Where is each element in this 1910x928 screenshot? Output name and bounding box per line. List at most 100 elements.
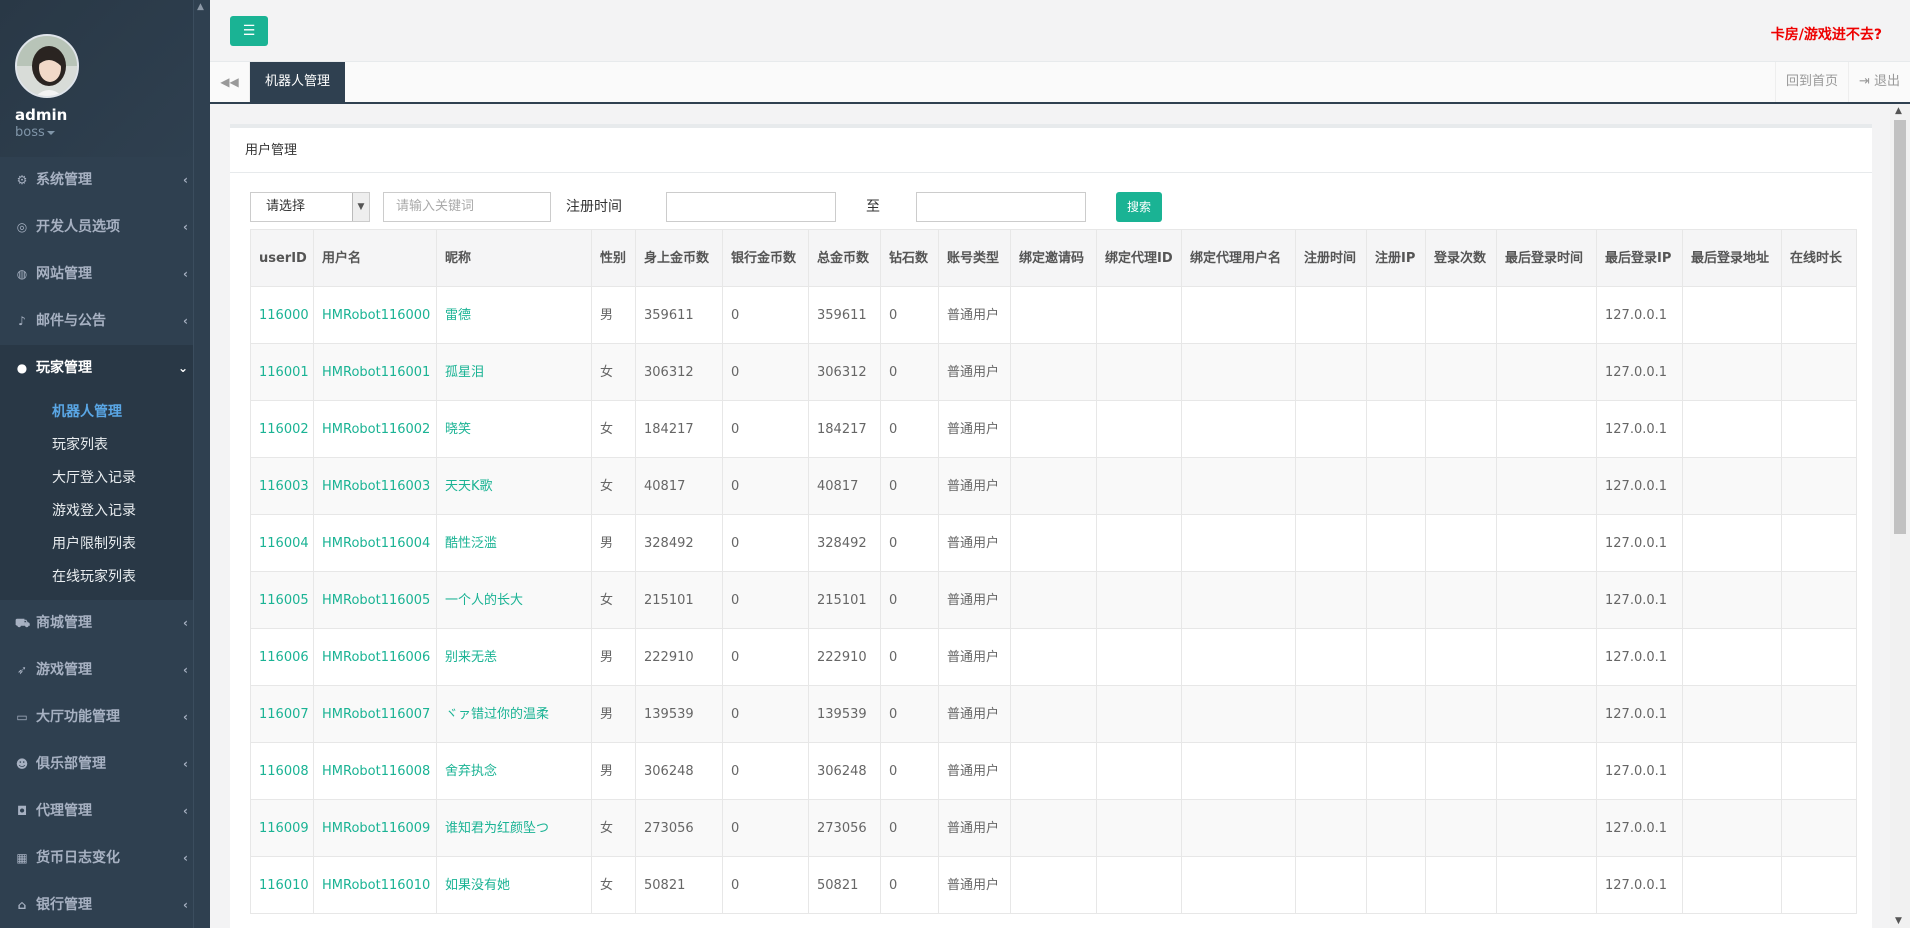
table-cell-link[interactable]: HMRobot116008 bbox=[313, 742, 437, 800]
table-cell-link[interactable]: 116005 bbox=[250, 571, 314, 629]
table-cell-link[interactable]: HMRobot116006 bbox=[313, 628, 437, 686]
sidebar-item-shop[interactable]: ⛟ 商城管理 ‹ bbox=[0, 600, 210, 647]
sidebar-item-players[interactable]: ● 玩家管理 ⌄ bbox=[0, 345, 210, 392]
sidebar-item-developer[interactable]: ◎ 开发人员选项 ‹ bbox=[0, 204, 210, 251]
table-cell-link[interactable]: HMRobot116009 bbox=[313, 799, 437, 857]
table-row[interactable]: 116002 HMRobot116002 晓笑女 184217 0 184217 0 普通用户… bbox=[250, 400, 1857, 458]
scroll-up-icon[interactable]: ▲ bbox=[197, 2, 204, 12]
table-cell-link[interactable]: HMRobot116010 bbox=[313, 856, 437, 914]
table-cell-link[interactable]: 天天K歌 bbox=[436, 457, 592, 515]
sidebar-item-website[interactable]: ◍ 网站管理 ‹ bbox=[0, 251, 210, 298]
table-row[interactable]: 116009 HMRobot116009 谁知君为红颜坠つ女 273056 0 27305… bbox=[250, 799, 1857, 857]
sidebar-item-currency-log[interactable]: ▦ 货币日志变化 ‹ bbox=[0, 835, 210, 882]
sidebar-subitem-player-list[interactable]: 玩家列表 bbox=[0, 429, 210, 462]
table-cell-link[interactable]: 116001 bbox=[250, 343, 314, 401]
table-cell-link[interactable]: HMRobot116005 bbox=[313, 571, 437, 629]
table-cell: 0 bbox=[722, 628, 809, 686]
table-cell: 男 bbox=[591, 286, 636, 344]
avatar[interactable] bbox=[15, 34, 79, 98]
table-row[interactable]: 116010 HMRobot116010 如果没有她女 50821 0 50821 0 普通用… bbox=[250, 856, 1857, 914]
column-header: 绑定代理ID bbox=[1096, 229, 1182, 287]
table-cell: 222910 bbox=[808, 628, 881, 686]
sidebar-subitem-game-login[interactable]: 游戏登入记录 bbox=[0, 495, 210, 528]
table-cell: 359611 bbox=[635, 286, 723, 344]
table-cell bbox=[1682, 400, 1782, 458]
table-cell-link[interactable]: 116010 bbox=[250, 856, 314, 914]
table-cell-link[interactable]: 一个人的长大 bbox=[436, 571, 592, 629]
table-row[interactable]: 116005 HMRobot116005 一个人的长大女 215101 0 215101 0… bbox=[250, 571, 1857, 629]
table-cell-link[interactable]: 116002 bbox=[250, 400, 314, 458]
bank-icon: ⌂ bbox=[17, 898, 27, 912]
table-cell: 0 bbox=[722, 571, 809, 629]
table-cell-link[interactable]: HMRobot116003 bbox=[313, 457, 437, 515]
sidebar-scrollbar[interactable]: ▲ bbox=[193, 0, 210, 928]
table-cell-link[interactable]: 116000 bbox=[250, 286, 314, 344]
table-cell-link[interactable]: 116003 bbox=[250, 457, 314, 515]
table-cell-link[interactable]: 116004 bbox=[250, 514, 314, 572]
table-cell bbox=[1496, 457, 1597, 515]
table-cell-link[interactable]: HMRobot116004 bbox=[313, 514, 437, 572]
table-cell-link[interactable]: 116009 bbox=[250, 799, 314, 857]
table-cell-link[interactable]: 116006 bbox=[250, 628, 314, 686]
table-cell bbox=[1010, 685, 1097, 743]
table-cell-link[interactable]: 谁知君为红颜坠つ bbox=[436, 799, 592, 857]
tab-scroll-left-button[interactable]: ◀◀ bbox=[210, 62, 250, 102]
table-cell: 女 bbox=[591, 856, 636, 914]
table-cell-link[interactable]: 别来无恙 bbox=[436, 628, 592, 686]
sidebar-item-bank[interactable]: ⌂ 银行管理 ‹ bbox=[0, 882, 210, 928]
column-header: 绑定邀请码 bbox=[1010, 229, 1097, 287]
table-row[interactable]: 116008 HMRobot116008 舍弃执念男 306248 0 306248 0 普通… bbox=[250, 742, 1857, 800]
table-cell bbox=[1096, 571, 1182, 629]
table-cell-link[interactable]: 116008 bbox=[250, 742, 314, 800]
table-cell-link[interactable]: 雷德 bbox=[436, 286, 592, 344]
filter-select[interactable]: 请选择 ▼ bbox=[250, 192, 370, 222]
table-cell-link[interactable]: HMRobot116002 bbox=[313, 400, 437, 458]
table-cell-link[interactable]: HMRobot116007 bbox=[313, 685, 437, 743]
table-cell: 普通用户 bbox=[938, 286, 1011, 344]
table-cell-link[interactable]: 酷性泛滥 bbox=[436, 514, 592, 572]
table-row[interactable]: 116006 HMRobot116006 别来无恙男 222910 0 222910 0 普通… bbox=[250, 628, 1857, 686]
sidebar-subitem-user-limit[interactable]: 用户限制列表 bbox=[0, 528, 210, 561]
tab-robot-management[interactable]: 机器人管理 bbox=[250, 62, 346, 102]
table-cell-link[interactable]: 如果没有她 bbox=[436, 856, 592, 914]
sidebar-subitem-robot[interactable]: 机器人管理 bbox=[0, 396, 210, 429]
keyword-input[interactable]: 请输入关键词 bbox=[383, 192, 551, 222]
reg-time-start-input[interactable] bbox=[666, 192, 836, 222]
table-cell-link[interactable]: ヾァ错过你的温柔 bbox=[436, 685, 592, 743]
table-row[interactable]: 116004 HMRobot116004 酷性泛滥男 328492 0 328492 0 普通… bbox=[250, 514, 1857, 572]
table-row[interactable]: 116007 HMRobot116007 ヾァ错过你的温柔男 139539 0 13953… bbox=[250, 685, 1857, 743]
sidebar-subitem-hall-login[interactable]: 大厅登入记录 bbox=[0, 462, 210, 495]
sidebar-item-game[interactable]: ➶ 游戏管理 ‹ bbox=[0, 647, 210, 694]
sidebar-item-system[interactable]: ⚙ 系统管理 ‹ bbox=[0, 157, 210, 204]
reg-time-end-input[interactable] bbox=[916, 192, 1086, 222]
logout-button[interactable]: ⇥ 退出 bbox=[1847, 62, 1910, 102]
content-scrollbar[interactable]: ▲ ▼ bbox=[1890, 104, 1910, 928]
table-cell-link[interactable]: 116007 bbox=[250, 685, 314, 743]
table-cell-link[interactable]: 舍弃执念 bbox=[436, 742, 592, 800]
sidebar-item-agent[interactable]: ◘ 代理管理 ‹ bbox=[0, 788, 210, 835]
scroll-up-icon[interactable]: ▲ bbox=[1895, 106, 1902, 116]
home-button[interactable]: 回到首页 bbox=[1774, 62, 1848, 102]
column-header: 最后登录IP bbox=[1596, 229, 1683, 287]
table-row[interactable]: 116000 HMRobot116000 雷德男 359611 0 359611 0 普通用户… bbox=[250, 286, 1857, 344]
calendar-icon: ▦ bbox=[16, 851, 28, 865]
top-warning-link[interactable]: 卡房/游戏进不去? bbox=[1771, 24, 1882, 44]
sidebar-item-hall[interactable]: ▭ 大厅功能管理 ‹ bbox=[0, 694, 210, 741]
table-cell bbox=[1425, 514, 1497, 572]
sidebar-item-club[interactable]: ☻ 俱乐部管理 ‹ bbox=[0, 741, 210, 788]
sidebar-item-mail[interactable]: ♪ 邮件与公告 ‹ bbox=[0, 298, 210, 345]
table-cell-link[interactable]: 晓笑 bbox=[436, 400, 592, 458]
table-row[interactable]: 116003 HMRobot116003 天天K歌女 40817 0 40817 0 普通用户… bbox=[250, 457, 1857, 515]
sidebar-subitem-online[interactable]: 在线玩家列表 bbox=[0, 561, 210, 594]
scroll-down-icon[interactable]: ▼ bbox=[1895, 916, 1902, 926]
table-cell-link[interactable]: 孤星泪 bbox=[436, 343, 592, 401]
scrollbar-thumb[interactable] bbox=[1894, 120, 1906, 534]
table-cell-link[interactable]: HMRobot116000 bbox=[313, 286, 437, 344]
sign-out-icon: ⇥ bbox=[1858, 74, 1874, 89]
profile-role-dropdown[interactable]: boss bbox=[15, 125, 210, 140]
menu-toggle-button[interactable]: ☰ bbox=[230, 16, 268, 46]
search-button[interactable]: 搜索 bbox=[1116, 192, 1162, 222]
table-cell-link[interactable]: HMRobot116001 bbox=[313, 343, 437, 401]
table-row[interactable]: 116001 HMRobot116001 孤星泪女 306312 0 306312 0 普通用… bbox=[250, 343, 1857, 401]
sidebar-item-label: 游戏管理 bbox=[36, 662, 92, 678]
